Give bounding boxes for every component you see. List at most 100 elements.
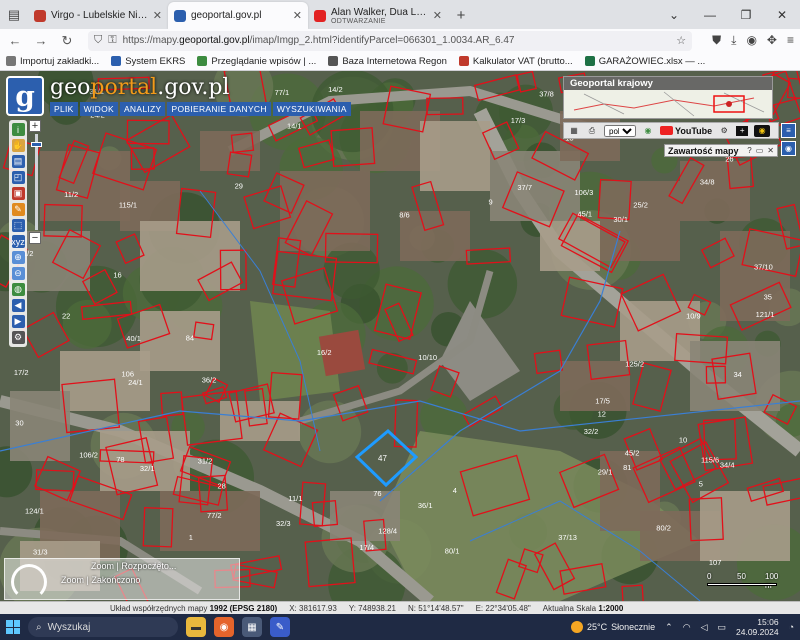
shield-icon[interactable]: ⛉ [94, 34, 102, 47]
bookmark-item[interactable]: System EKRS [111, 56, 185, 67]
file-explorer-icon[interactable]: ▬ [186, 617, 206, 637]
pan-hand-icon[interactable]: ✋ [11, 139, 25, 152]
weather-widget[interactable]: 25°C Słonecznie [571, 621, 655, 633]
zoom-track[interactable] [30, 134, 42, 230]
map-content-panel-header[interactable]: Zawartość mapy ? ▭ ✕ [664, 144, 778, 157]
zoom-slider[interactable]: + − [29, 120, 43, 244]
parcel-number-label: 25/2 [633, 201, 648, 210]
forward-icon[interactable]: → [32, 33, 50, 48]
zoom-out-icon[interactable]: ⊖ [11, 267, 25, 280]
layers-icon[interactable]: ≡ [781, 123, 796, 138]
bookmark-item[interactable]: Kalkulator VAT (brutto... [458, 55, 573, 67]
bookmark-item[interactable]: Importuj zakładki... [6, 56, 99, 67]
reload-icon[interactable]: ↻ [58, 33, 76, 49]
tray-arrow-icon[interactable]: ⌃ [665, 622, 673, 633]
geoportal-logo[interactable]: g [6, 76, 44, 116]
tab-virgo[interactable]: Virgo - Lubelskie Nieruchomości ✕ [28, 2, 168, 29]
bookmark-item[interactable]: GARAŻOWIEC.xlsx — ... [584, 56, 705, 67]
paint-icon[interactable]: ✎ [270, 617, 290, 637]
bookmark-item[interactable]: Baza Internetowa Regon [328, 56, 447, 67]
menu-widok[interactable]: WIDOK [79, 102, 118, 116]
scale-bar: 0 50 100 m [707, 572, 787, 590]
zoom-plus-button[interactable]: + [29, 120, 41, 132]
language-select[interactable]: pol [604, 124, 636, 137]
area-icon[interactable]: ⬚ [11, 219, 25, 232]
volume-icon[interactable]: ◁ [701, 622, 708, 633]
tab-geoportal[interactable]: geoportal.gov.pl ✕ [168, 2, 308, 29]
tab-list-icon[interactable]: ▤ [0, 0, 28, 29]
close-panel-icon[interactable]: ✕ [767, 146, 774, 155]
close-tab-icon[interactable]: ✕ [153, 9, 162, 22]
settings-icon[interactable]: ⚙ [11, 331, 25, 344]
downloads-icon[interactable]: ⤓ [731, 33, 736, 48]
info-icon[interactable]: i [11, 123, 25, 136]
draw-icon[interactable]: ✎ [11, 203, 25, 216]
bookmark-label: Kalkulator VAT (brutto... [472, 55, 573, 67]
windows-start-icon[interactable] [6, 620, 20, 634]
overview-map[interactable]: Geoportal krajowy [563, 76, 773, 119]
building [140, 221, 240, 291]
menu-icon[interactable]: ≡ [787, 33, 794, 48]
map-viewport[interactable]: 477877/177/27680/180/281841/117/417/317/… [0, 71, 800, 601]
current-scale: Aktualna Skala 1:2000 [542, 603, 624, 613]
settings-gear-icon[interactable]: ⚙ [718, 126, 730, 136]
menu-wyszukiwania[interactable]: WYSZUKIWANIA [272, 102, 351, 116]
firefox-icon[interactable]: ◉ [214, 617, 234, 637]
visibility-eye-icon[interactable]: ◉ [754, 124, 771, 137]
bookmark-item[interactable]: Przeglądanie wpisów | ... [197, 56, 316, 67]
print-icon[interactable]: ▣ [11, 187, 25, 200]
pocket-icon[interactable]: ⛊ [712, 33, 721, 48]
menu-pobieranie-danych[interactable]: POBIERANIE DANYCH [167, 102, 271, 116]
measure-icon[interactable]: ▤ [11, 155, 25, 168]
close-window-icon[interactable]: ✕ [764, 8, 800, 22]
tab-overflow-icon[interactable]: ⌄ [656, 8, 692, 22]
news-icon[interactable]: ▦ [568, 126, 580, 136]
lock-icon[interactable]: ⚿ [108, 34, 116, 47]
scale-label-50: 50 [737, 572, 746, 581]
collapse-icon[interactable]: ▭ [756, 146, 764, 155]
building [700, 491, 790, 561]
zoom-minus-button[interactable]: − [29, 232, 41, 244]
new-tab-button[interactable]: + [448, 2, 474, 29]
close-tab-icon[interactable]: ✕ [433, 9, 442, 22]
close-tab-icon[interactable]: ✕ [293, 9, 302, 22]
taskbar-search[interactable]: ⌕ Wyszukaj [28, 617, 178, 637]
overview-map-image[interactable] [564, 90, 772, 118]
menu-analizy[interactable]: ANALIZY [119, 102, 166, 116]
previous-extent-icon[interactable]: ◀ [11, 299, 25, 312]
parcel-number-label: 5 [699, 479, 703, 488]
help-icon[interactable]: ◉ [642, 126, 654, 136]
zoom-dial-icon [11, 564, 47, 600]
parcel-number-label: 32/3 [276, 519, 291, 528]
youtube-link[interactable]: YouTube [660, 126, 712, 136]
selected-parcel-label: 47 [378, 454, 387, 463]
maximize-icon[interactable]: ❐ [728, 8, 764, 22]
notification-bell-icon[interactable]: ◔ [789, 622, 794, 632]
clock-date: 24.09.2024 [736, 627, 779, 637]
url-text[interactable]: https://mapy.geoportal.gov.pl/imap/Imgp_… [123, 35, 671, 46]
menu-plik[interactable]: PLIK [50, 102, 78, 116]
select-icon[interactable]: ◰ [11, 171, 25, 184]
print-map-icon[interactable]: ⎙ [586, 126, 598, 136]
globe-icon[interactable]: ◍ [11, 283, 25, 296]
zoom-handle[interactable] [30, 142, 42, 147]
account-icon[interactable]: ◉ [746, 33, 756, 48]
calculator-icon[interactable]: ▦ [242, 617, 262, 637]
url-bar[interactable]: ⛉ ⚿ https://mapy.geoportal.gov.pl/imap/I… [88, 30, 693, 51]
battery-icon[interactable]: ▭ [718, 622, 727, 633]
tab-youtube[interactable]: Alan Walker, Dua Lipa, Coldplay ODTWARZA… [308, 2, 448, 29]
next-extent-icon[interactable]: ▶ [11, 315, 25, 328]
zoom-in-icon[interactable]: ⊕ [11, 251, 25, 264]
xyz-icon[interactable]: xyz [11, 235, 25, 248]
parcel-number-label: 9 [489, 198, 493, 207]
plus-icon[interactable]: + [736, 125, 749, 136]
bookmark-star-icon[interactable]: ☆ [676, 34, 686, 47]
network-icon[interactable]: ◠ [683, 622, 691, 633]
extensions-icon[interactable]: ✥ [767, 33, 777, 48]
eye-icon[interactable]: ◉ [781, 141, 796, 156]
help-button[interactable]: ? [747, 146, 751, 155]
clock[interactable]: 15:06 24.09.2024 [736, 617, 779, 637]
building [490, 151, 580, 221]
back-icon[interactable]: ← [6, 33, 24, 48]
minimize-icon[interactable]: — [692, 8, 728, 22]
